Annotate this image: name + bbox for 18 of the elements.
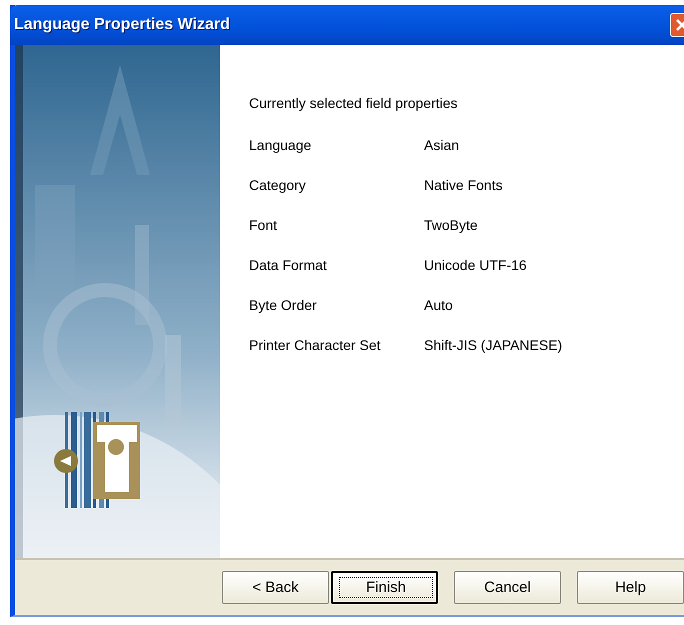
property-value: Asian xyxy=(424,136,460,153)
dialog-button[interactable]: < Back xyxy=(222,570,329,604)
property-label: Byte Order xyxy=(249,296,318,313)
property-value: Shift-JIS (JAPANESE) xyxy=(424,336,562,353)
property-label: Font xyxy=(249,216,278,233)
property-label: Printer Character Set xyxy=(249,336,382,353)
property-value: Native Fonts xyxy=(424,176,504,193)
property-label: Data Format xyxy=(249,256,328,273)
dialog-button[interactable]: Help xyxy=(577,570,684,604)
section-heading: Currently selected field properties xyxy=(249,94,459,111)
property-label: Category xyxy=(249,176,307,193)
property-value: Auto xyxy=(424,296,454,313)
dialog-button[interactable]: Cancel xyxy=(454,570,561,604)
window-title: Language Properties Wizard xyxy=(14,16,230,34)
property-value: TwoByte xyxy=(424,216,479,233)
property-label: Language xyxy=(249,136,312,153)
dialog-button[interactable]: Finish xyxy=(331,570,438,604)
property-value: Unicode UTF-16 xyxy=(424,256,528,273)
